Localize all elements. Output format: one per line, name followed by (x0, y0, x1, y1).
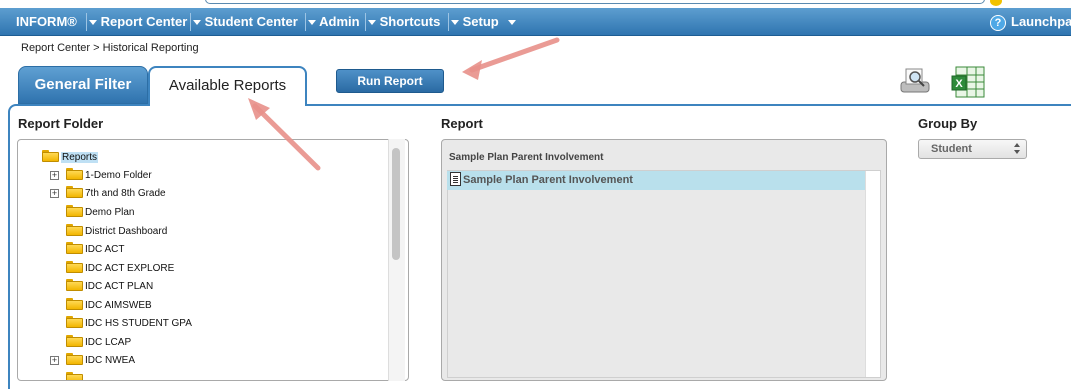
folder-icon (66, 279, 83, 291)
group-by-select[interactable]: Student (918, 139, 1027, 159)
group-by-title: Group By (918, 116, 978, 131)
nav-separator (86, 13, 87, 31)
tree-item[interactable]: Demo Plan (66, 205, 134, 221)
address-field (205, 0, 985, 4)
report-scrollbar[interactable] (865, 171, 880, 377)
chevron-down-icon (508, 20, 517, 26)
nav-inform-label: INFORM® (16, 14, 77, 29)
nav-admin-label: Admin (319, 14, 360, 29)
expand-icon[interactable]: + (50, 171, 59, 180)
tree-item[interactable]: 1-Demo Folder (66, 168, 152, 184)
tree-item-label: District Dashboard (85, 226, 168, 237)
folder-icon (42, 150, 59, 162)
top-strip (0, 0, 1071, 8)
document-icon (450, 172, 461, 186)
tree-item[interactable]: IDC NWEA (66, 353, 135, 369)
folder-icon (66, 261, 83, 273)
report-item-label: Sample Plan Parent Involvement (463, 174, 633, 186)
nav-student-center[interactable]: Student Center (193, 8, 298, 36)
folder-scrollbar-thumb[interactable] (392, 148, 400, 260)
top-nav-bar: INFORM® Report Center Student Center Adm… (0, 8, 1071, 36)
tree-item-label: 1-Demo Folder (85, 170, 152, 181)
tree-item[interactable]: 7th and 8th Grade (66, 186, 166, 202)
report-folder-tree: Reports + 1-Demo Folder + 7th and 8th Gr… (17, 139, 409, 381)
tree-item-label: IDC AIMSWEB (85, 300, 152, 311)
arrowhead (462, 60, 482, 80)
tree-item[interactable]: IDC LCAP (66, 335, 131, 351)
tab-available-reports[interactable]: Available Reports (148, 66, 307, 106)
chevron-down-icon (193, 20, 201, 26)
report-item-selected[interactable]: Sample Plan Parent Involvement (447, 171, 865, 190)
chevron-down-icon (308, 20, 316, 26)
chevron-down-icon (89, 20, 97, 26)
tree-item[interactable]: IDC HS STUDENT GPA (66, 316, 192, 332)
nav-shortcuts-label: Shortcuts (379, 14, 441, 29)
folder-icon (66, 335, 83, 347)
nav-report-center[interactable]: Report Center (89, 8, 187, 36)
launchpad-link[interactable]: ? Launchpad (990, 8, 1071, 36)
print-preview-icon[interactable] (898, 66, 932, 96)
nav-student-center-label: Student Center (204, 14, 298, 29)
nav-separator (448, 13, 449, 31)
folder-icon (66, 168, 83, 180)
notification-icon (990, 0, 1002, 6)
tree-item[interactable]: IDC ACT EXPLORE (66, 261, 174, 277)
select-arrows-icon (1014, 143, 1020, 155)
breadcrumb: Report Center > Historical Reporting (21, 42, 199, 54)
tree-item[interactable]: District Dashboard (66, 224, 167, 240)
folder-icon (66, 353, 83, 365)
folder-icon (66, 224, 83, 236)
folder-icon (66, 372, 83, 380)
tree-item-label: IDC HS STUDENT GPA (85, 318, 192, 329)
expand-icon[interactable]: + (50, 356, 59, 365)
folder-icon (66, 205, 83, 217)
tree-item-label: IDC ACT (85, 244, 125, 255)
report-list (447, 170, 881, 378)
expand-icon[interactable]: + (50, 189, 59, 198)
annotation-arrow (469, 37, 560, 73)
folder-icon (66, 316, 83, 328)
chevron-down-icon (368, 20, 376, 26)
nav-separator (305, 13, 306, 31)
folder-icon (66, 298, 83, 310)
folder-icon (66, 242, 83, 254)
svg-text:X: X (955, 78, 963, 90)
chevron-down-icon (451, 20, 459, 26)
launchpad-label: Launchpad (1011, 14, 1071, 29)
tree-item-label: Demo Plan (85, 207, 135, 218)
nav-admin[interactable]: Admin (308, 8, 360, 36)
tree-root[interactable]: Reports (42, 150, 99, 166)
nav-separator (190, 13, 191, 31)
tree-item[interactable]: IDC ACT (66, 242, 124, 258)
group-by-value: Student (931, 143, 972, 155)
nav-setup[interactable]: Setup (451, 8, 517, 36)
report-title: Report (441, 116, 483, 131)
help-icon: ? (990, 14, 1006, 31)
tree-root-label: Reports (61, 152, 99, 163)
report-list-header: Sample Plan Parent Involvement (449, 152, 604, 163)
nav-separator (365, 13, 366, 31)
nav-inform[interactable]: INFORM® (16, 8, 77, 36)
tree-item[interactable]: IDC AIMSWEB (66, 298, 152, 314)
nav-report-center-label: Report Center (100, 14, 188, 29)
tree-item-label: IDC ACT PLAN (85, 281, 154, 292)
nav-shortcuts[interactable]: Shortcuts (368, 8, 440, 36)
excel-export-icon[interactable]: X (950, 64, 988, 100)
tree-item-label: IDC LCAP (85, 337, 132, 348)
nav-setup-label: Setup (462, 14, 499, 29)
tree-item-label: IDC NWEA (85, 355, 135, 366)
tree-item-label: IDC ACT EXPLORE (85, 263, 175, 274)
report-folder-title: Report Folder (18, 116, 104, 131)
tree-item[interactable]: IDC ACT PLAN (66, 279, 153, 295)
run-report-button[interactable]: Run Report (336, 69, 444, 93)
tree-item-label: 7th and 8th Grade (85, 188, 166, 199)
folder-icon (66, 186, 83, 198)
tab-general-filter[interactable]: General Filter (18, 66, 148, 104)
tree-item-partial (66, 372, 85, 380)
